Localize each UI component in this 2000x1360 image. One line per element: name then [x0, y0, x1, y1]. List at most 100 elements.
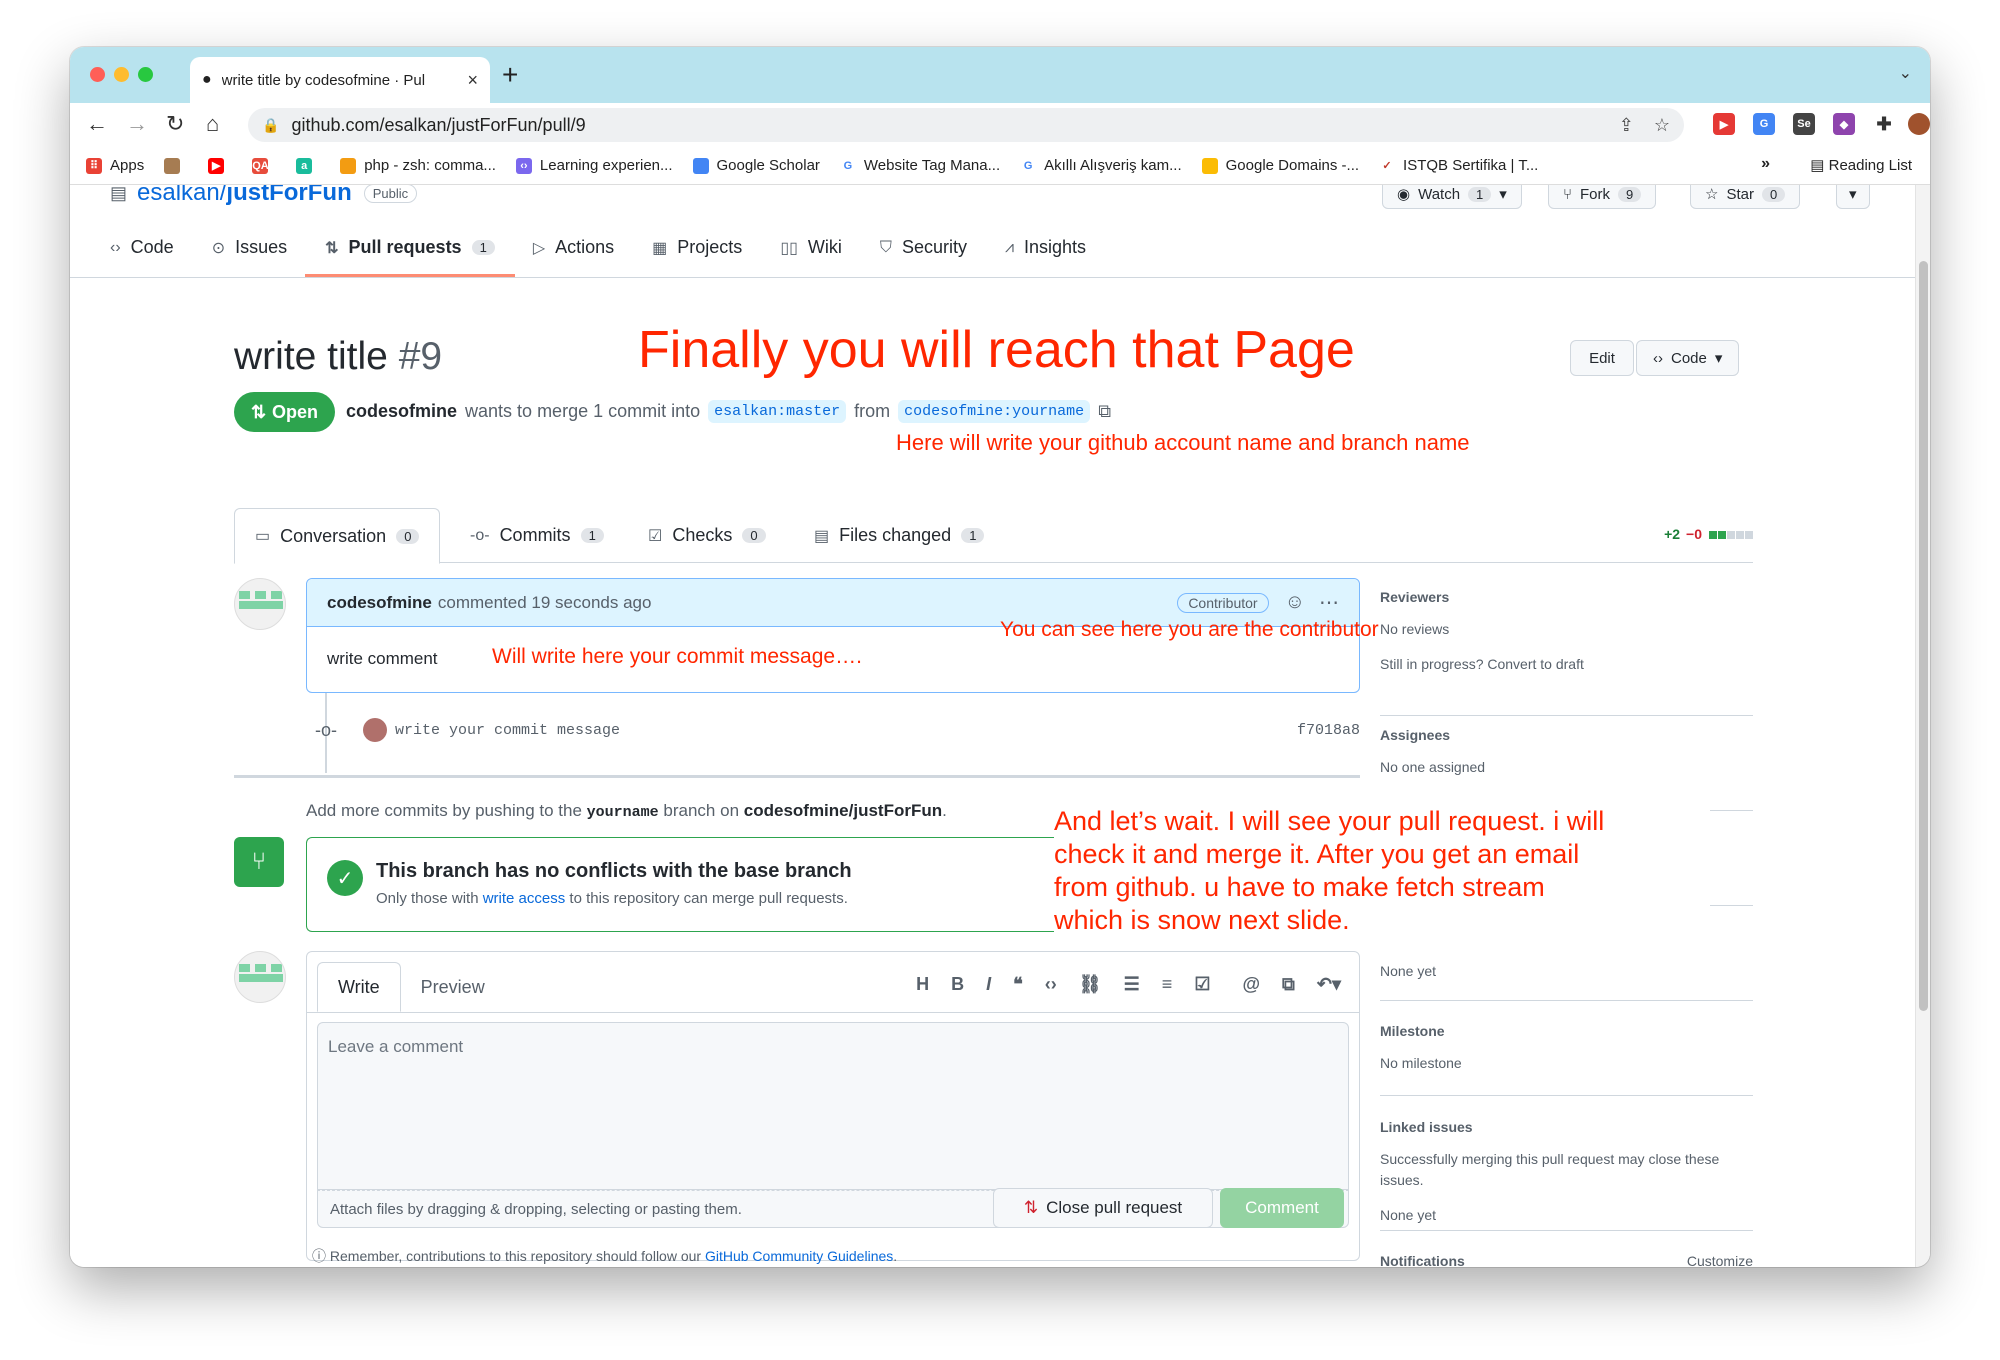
- customize-link[interactable]: Customize: [1687, 1253, 1753, 1267]
- milestone-heading[interactable]: Milestone: [1380, 1023, 1753, 1039]
- selenium-ext-icon[interactable]: Se: [1793, 113, 1815, 135]
- close-window-button[interactable]: [90, 67, 105, 82]
- watch-button[interactable]: ◉ Watch 1 ▾: [1382, 185, 1522, 209]
- linked-issues-heading[interactable]: Linked issues: [1380, 1119, 1753, 1135]
- copy-icon[interactable]: ⧉: [1098, 401, 1111, 422]
- branch-name: yourname: [586, 804, 659, 821]
- address-bar[interactable]: 🔒 github.com/esalkan/justForFun/pull/9 ⇪…: [248, 108, 1684, 142]
- base-branch[interactable]: esalkan:master: [708, 400, 847, 423]
- heading-icon[interactable]: H: [916, 974, 929, 995]
- avatar[interactable]: [234, 578, 286, 630]
- comment-textarea[interactable]: Leave a comment: [317, 1022, 1349, 1190]
- tab-write[interactable]: Write: [317, 962, 401, 1012]
- comment-icon: ▭: [255, 528, 271, 545]
- reference-icon[interactable]: ⧉: [1282, 974, 1295, 995]
- new-tab-button[interactable]: +: [502, 59, 518, 91]
- tab-projects[interactable]: ▦ Projects: [652, 220, 742, 275]
- reviewers-heading[interactable]: Reviewers: [1380, 589, 1753, 605]
- bookmark-apps[interactable]: ⠿ Apps: [86, 157, 144, 174]
- bookmark-star-icon[interactable]: ☆: [1654, 115, 1670, 136]
- comment-author[interactable]: codesofmine: [327, 593, 432, 613]
- reply-icon[interactable]: ↶▾: [1317, 974, 1341, 995]
- star-button[interactable]: ☆ Star 0: [1690, 185, 1801, 209]
- reading-list[interactable]: ▤ Reading List: [1810, 156, 1912, 174]
- bookmark-youtube[interactable]: ▶: [208, 157, 232, 174]
- code-button[interactable]: ‹› Code ▾: [1636, 340, 1740, 376]
- bookmark-icon-1[interactable]: [164, 157, 188, 174]
- minimize-window-button[interactable]: [114, 67, 129, 82]
- zoom-window-button[interactable]: [138, 67, 153, 82]
- tab-code[interactable]: ‹› Code: [110, 220, 174, 275]
- comment-button[interactable]: Comment: [1220, 1188, 1344, 1228]
- head-branch[interactable]: codesofmine:yourname: [898, 400, 1091, 423]
- smiley-icon[interactable]: ☺: [1285, 591, 1305, 614]
- code-icon[interactable]: ‹›: [1045, 974, 1057, 995]
- tab-files-changed[interactable]: ▤ Files changed 1: [814, 508, 985, 563]
- reload-icon[interactable]: ↻: [166, 111, 184, 137]
- tab-actions[interactable]: ▷ Actions: [533, 220, 614, 275]
- tab-checks[interactable]: ☑ Checks 0: [648, 508, 766, 563]
- bullet-list-icon[interactable]: ☰: [1124, 974, 1140, 995]
- commit-avatar[interactable]: [363, 718, 387, 742]
- scrollbar-thumb[interactable]: [1919, 261, 1928, 1011]
- bookmark-learning[interactable]: ‹› Learning experien...: [515, 157, 673, 174]
- avatar[interactable]: [234, 951, 286, 1003]
- mention-icon[interactable]: @: [1242, 974, 1260, 995]
- bookmark-akilli[interactable]: G Akıllı Alışveriş kam...: [1020, 157, 1182, 174]
- author-link[interactable]: codesofmine: [346, 401, 457, 422]
- commit-message[interactable]: write your commit message: [395, 722, 620, 739]
- forward-icon[interactable]: →: [126, 111, 148, 137]
- profile-avatar[interactable]: [1908, 113, 1930, 135]
- scrollbar[interactable]: [1915, 185, 1930, 1267]
- tab-issues[interactable]: ⊙ Issues: [212, 220, 287, 275]
- tab-wiki[interactable]: ▯▯ Wiki: [780, 220, 842, 275]
- kebab-icon[interactable]: ⋯: [1319, 590, 1339, 615]
- star-count: 0: [1761, 186, 1786, 202]
- youtube-ext-icon[interactable]: ▶: [1713, 113, 1735, 135]
- bookmark-tagman[interactable]: G Website Tag Mana...: [839, 157, 1000, 174]
- close-tab-icon[interactable]: ×: [467, 70, 478, 91]
- star-dropdown-button[interactable]: ▾: [1836, 185, 1870, 209]
- comment-time[interactable]: commented 19 seconds ago: [438, 593, 652, 613]
- bold-icon[interactable]: B: [951, 974, 964, 995]
- bookmark-php[interactable]: php - zsh: comma...: [340, 157, 496, 174]
- back-icon[interactable]: ←: [86, 111, 108, 137]
- close-pull-request-button[interactable]: ⇅ Close pull request: [993, 1188, 1213, 1228]
- repo-name-link[interactable]: justForFun: [226, 185, 351, 207]
- convert-to-draft[interactable]: Still in progress? Convert to draft: [1380, 654, 1753, 675]
- translate-ext-icon[interactable]: G: [1753, 113, 1775, 135]
- guidelines-link[interactable]: GitHub Community Guidelines: [705, 1248, 893, 1264]
- browser-tab[interactable]: ● write title by codesofmine · Pul ×: [190, 57, 490, 103]
- tab-conversation[interactable]: ▭ Conversation 0: [234, 508, 441, 564]
- commit-sha[interactable]: f7018a8: [1297, 722, 1360, 739]
- visibility-badge: Public: [363, 185, 418, 203]
- bookmark-domains[interactable]: Google Domains -...: [1201, 157, 1359, 174]
- quote-icon[interactable]: ❝: [1013, 974, 1023, 995]
- edit-button[interactable]: Edit: [1570, 340, 1634, 376]
- tab-commits[interactable]: -o- Commits 1: [470, 508, 604, 563]
- tab-insights[interactable]: ⩘ Insights: [1005, 220, 1086, 275]
- home-icon[interactable]: ⌂: [206, 111, 219, 137]
- bookmark-scholar[interactable]: Google Scholar: [692, 157, 820, 174]
- bookmark-qa[interactable]: QA: [252, 157, 276, 174]
- italic-icon[interactable]: I: [986, 974, 991, 995]
- write-access-link[interactable]: write access: [483, 890, 566, 907]
- numbered-list-icon[interactable]: ≡: [1162, 974, 1173, 995]
- tab-security[interactable]: ⛉ Security: [880, 220, 967, 275]
- tab-pull-requests[interactable]: ⇅ Pull requests 1: [305, 220, 515, 277]
- cube-ext-icon[interactable]: ◆: [1833, 113, 1855, 135]
- fork-button[interactable]: ⑂ Fork 9: [1548, 185, 1657, 209]
- bookmarks-overflow[interactable]: »: [1761, 155, 1770, 173]
- assignees-heading[interactable]: Assignees: [1380, 727, 1753, 743]
- repo-owner-link[interactable]: esalkan: [137, 185, 220, 207]
- bookmark-a[interactable]: a: [296, 157, 320, 174]
- repo-ref[interactable]: codesofmine/justForFun: [744, 801, 942, 820]
- notifications-heading: Notifications: [1380, 1253, 1465, 1267]
- bookmark-istqb[interactable]: ✓ ISTQB Sertifika | T...: [1379, 157, 1538, 174]
- extensions-icon[interactable]: ✚: [1873, 113, 1895, 135]
- tab-search-icon[interactable]: ⌄: [1899, 63, 1912, 83]
- tab-preview[interactable]: Preview: [401, 962, 505, 1012]
- task-list-icon[interactable]: ☑: [1194, 974, 1210, 995]
- share-icon[interactable]: ⇪: [1619, 115, 1634, 136]
- link-icon[interactable]: ⛓: [1079, 974, 1102, 995]
